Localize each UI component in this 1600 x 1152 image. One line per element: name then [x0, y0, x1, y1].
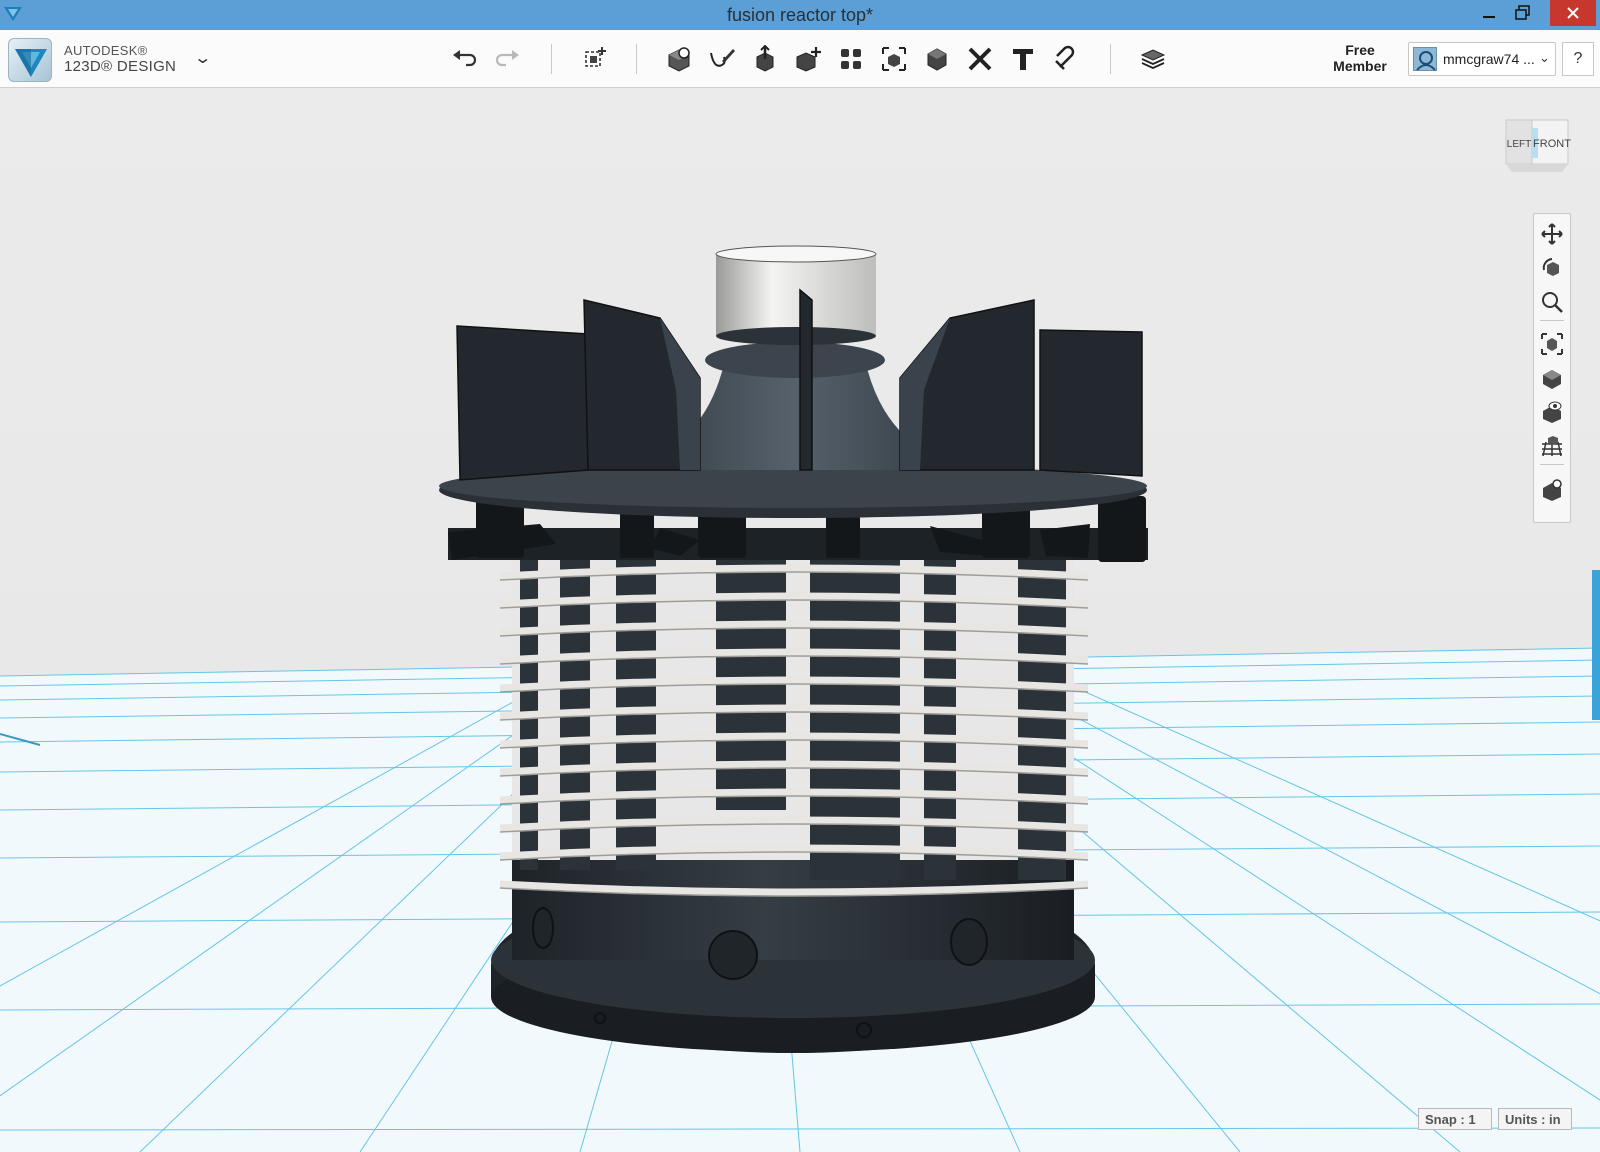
minimize-icon — [1483, 16, 1495, 18]
pan-icon — [1541, 223, 1563, 245]
membership-label[interactable]: Free Member — [1318, 42, 1402, 74]
restore-icon — [1515, 5, 1530, 20]
title-bar: fusion reactor top* — [0, 0, 1600, 30]
restore-button[interactable] — [1506, 0, 1540, 26]
transform-icon — [585, 47, 606, 67]
close-icon — [1567, 7, 1579, 19]
snap-status[interactable]: Snap : 1 — [1418, 1108, 1492, 1130]
zoom-button[interactable] — [1537, 288, 1567, 316]
perspective-button[interactable] — [1537, 364, 1567, 392]
view-cube-left[interactable]: LEFT — [1507, 139, 1531, 150]
sketch-icon — [710, 49, 735, 67]
main-toolbar: AUTODESK® 123D® DESIGN ⌄ Free Member mmc… — [0, 30, 1600, 88]
grouping-icon — [882, 47, 906, 71]
transform-button[interactable] — [576, 40, 614, 78]
toolbar-separator — [636, 44, 637, 74]
view-cube-front[interactable]: FRONT — [1533, 138, 1571, 150]
materials-button[interactable] — [1134, 40, 1172, 78]
window-title: fusion reactor top* — [726, 5, 874, 25]
nav-separator — [1540, 320, 1564, 321]
construct-button[interactable] — [746, 40, 784, 78]
perspective-icon — [1543, 370, 1561, 389]
fit-icon — [1541, 333, 1563, 355]
pan-button[interactable] — [1537, 220, 1567, 248]
measure-icon — [968, 47, 992, 71]
snap-icon — [1055, 45, 1075, 70]
primitives-icon — [668, 47, 690, 72]
orbit-button[interactable] — [1537, 254, 1567, 282]
toolbar-separator — [551, 44, 552, 74]
product-name: 123D® DESIGN — [64, 58, 177, 75]
material-button[interactable] — [1537, 476, 1567, 504]
sketch-button[interactable] — [703, 40, 741, 78]
3d-viewport[interactable]: LEFT FRONT Snap: 1 Units: in — [0, 89, 1600, 1152]
chevron-down-icon: ⌄ — [1539, 50, 1550, 65]
modify-button[interactable] — [789, 40, 827, 78]
pattern-button[interactable] — [832, 40, 870, 78]
redo-icon — [495, 50, 519, 67]
app-logo-icon — [15, 49, 47, 77]
combine-icon — [927, 48, 947, 71]
fit-button[interactable] — [1537, 330, 1567, 358]
combine-button[interactable] — [918, 40, 956, 78]
app-menu-logo[interactable] — [8, 38, 52, 82]
measure-button[interactable] — [961, 40, 999, 78]
redo-button[interactable] — [488, 40, 526, 78]
reactor-model[interactable] — [439, 245, 1148, 1053]
minimize-button[interactable] — [1472, 0, 1506, 26]
orbit-icon — [1542, 258, 1559, 276]
grouping-button[interactable] — [875, 40, 913, 78]
units-status[interactable]: Units : in — [1498, 1108, 1572, 1130]
snap-button[interactable] — [1047, 40, 1085, 78]
navigation-bar — [1533, 213, 1571, 523]
view-cube[interactable]: LEFT FRONT — [1502, 114, 1572, 176]
primitives-button[interactable] — [660, 40, 698, 78]
close-button[interactable] — [1550, 0, 1596, 26]
undo-button[interactable] — [446, 40, 484, 78]
visibility-button[interactable] — [1537, 398, 1567, 426]
pattern-icon — [841, 49, 861, 69]
text-icon — [1013, 49, 1033, 70]
username: mmcgraw74 ... — [1443, 51, 1535, 67]
app-menu-chevron-down-icon[interactable]: ⌄ — [193, 48, 212, 68]
help-button[interactable]: ? — [1562, 42, 1594, 76]
nav-separator — [1540, 464, 1564, 465]
app-window: fusion reactor top* AUTODESK® 123D® DESI… — [0, 0, 1600, 1152]
toolbar-separator — [1110, 44, 1111, 74]
user-account-menu[interactable]: mmcgraw74 ... ⌄ — [1408, 42, 1556, 76]
scene-canvas[interactable] — [0, 89, 1600, 1152]
avatar — [1413, 47, 1437, 71]
construct-icon — [756, 45, 774, 72]
avatar-icon — [1416, 51, 1436, 71]
side-panel-tab[interactable] — [1592, 570, 1600, 720]
modify-icon — [796, 47, 821, 72]
brand-name: AUTODESK® — [64, 43, 148, 58]
grid-button[interactable] — [1537, 432, 1567, 460]
text-button[interactable] — [1004, 40, 1042, 78]
visibility-icon — [1543, 401, 1562, 423]
materials-icon — [1140, 49, 1166, 69]
zoom-icon — [1542, 292, 1563, 313]
material-icon — [1543, 479, 1562, 501]
grid-icon — [1542, 436, 1562, 457]
undo-icon — [453, 50, 477, 67]
